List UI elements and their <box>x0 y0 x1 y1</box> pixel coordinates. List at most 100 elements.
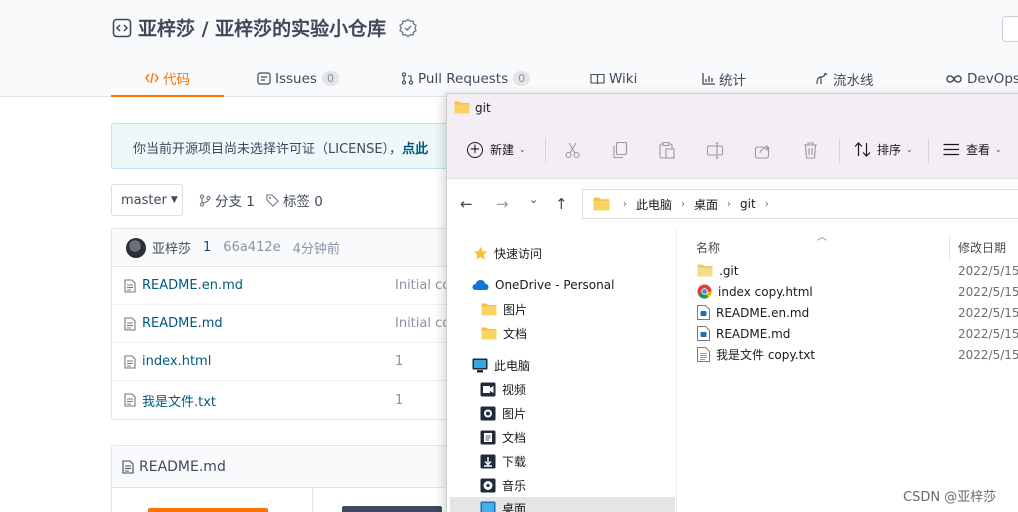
file-name[interactable]: 我是文件.txt <box>142 391 216 410</box>
folder-icon <box>697 264 713 277</box>
wiki-icon <box>590 73 605 84</box>
address-bar[interactable]: › 此电脑 › 桌面 › git › <box>582 189 1018 219</box>
tab-code[interactable]: 代码 <box>111 60 224 97</box>
tab-issues[interactable]: Issues 0 <box>257 60 339 97</box>
column-divider[interactable] <box>949 234 950 262</box>
nav-onedrive[interactable]: OneDrive - Personal <box>472 274 614 296</box>
nav-music[interactable]: 音乐 <box>480 474 526 496</box>
column-header-modified[interactable]: 修改日期 <box>958 239 1006 256</box>
file-explorer-window[interactable]: git + 新建 ⌄ 排序 ⌄ 查看 ⌄ ← → ⌄ ↑ › 此电脑 › 桌面 … <box>446 93 1018 512</box>
back-arrow-icon[interactable]: ← <box>460 195 473 213</box>
explorer-toolbar: + 新建 ⌄ 排序 ⌄ 查看 ⌄ <box>447 124 1018 179</box>
readme-title-fragment <box>342 506 442 512</box>
nav-desktop[interactable]: 桌面 <box>450 497 675 512</box>
nav-downloads[interactable]: 下载 <box>480 450 526 472</box>
list-item[interactable]: index copy.html 2022/5/15 <box>697 281 1018 302</box>
list-item[interactable]: .git 2022/5/15 <box>697 260 1018 281</box>
file-commit-message[interactable]: Initial co <box>395 316 450 331</box>
file-icon <box>124 393 136 407</box>
copy-icon[interactable] <box>612 142 628 159</box>
latest-commit-row: 亚梓莎 1 66a412e 4分钟前 <box>112 229 460 267</box>
commit-hash[interactable]: 66a412e <box>223 240 280 255</box>
breadcrumb-item[interactable]: 桌面 <box>694 196 718 213</box>
nav-this-pc[interactable]: 此电脑 <box>472 354 530 376</box>
file-name[interactable]: README.md <box>142 316 223 331</box>
recent-locations-chevron-icon[interactable]: ⌄ <box>529 193 538 206</box>
plus-icon: + <box>467 141 483 158</box>
file-commit-message[interactable]: 1 <box>395 393 403 408</box>
file-name: .git <box>719 263 739 278</box>
file-name: README.en.md <box>716 305 810 320</box>
watermark: CSDN @亚梓莎 <box>903 490 997 505</box>
tab-devops[interactable]: DevOps <box>945 60 1018 97</box>
license-select-link[interactable]: 点此 <box>402 142 428 157</box>
rename-icon[interactable] <box>707 142 724 159</box>
list-item[interactable]: README.en.md 2022/5/15 <box>697 302 1018 323</box>
breadcrumb-chevron-icon: › <box>623 198 627 210</box>
md-file-icon <box>697 305 710 320</box>
watch-button[interactable] <box>1002 16 1018 42</box>
view-button-label: 查看 <box>966 143 991 157</box>
breadcrumb-item[interactable]: 此电脑 <box>636 196 672 213</box>
table-row[interactable]: 我是文件.txt 1 <box>112 381 460 419</box>
breadcrumb-chevron-icon: › <box>727 198 732 210</box>
nav-downloads-label: 下载 <box>502 454 527 469</box>
commit-author[interactable]: 亚梓莎 <box>152 238 191 257</box>
list-item[interactable]: 我是文件 copy.txt 2022/5/15 <box>697 344 1018 365</box>
folder-icon <box>481 303 497 315</box>
tab-stats[interactable]: 统计 <box>702 60 746 97</box>
nav-documents[interactable]: 文档 <box>480 426 526 448</box>
file-commit-message[interactable]: 1 <box>395 354 403 369</box>
delete-icon[interactable] <box>803 142 818 159</box>
tab-pull-requests[interactable]: Pull Requests 0 <box>401 60 531 97</box>
file-date: 2022/5/15 <box>958 326 1018 341</box>
repo-title[interactable]: 亚梓莎 / 亚梓莎的实验小仓库 <box>138 14 386 41</box>
repo-title-bar: 亚梓莎 / 亚梓莎的实验小仓库 <box>112 14 418 41</box>
tab-pipeline-label: 流水线 <box>833 72 874 89</box>
file-name: README.md <box>716 326 791 341</box>
cloud-icon <box>472 280 489 290</box>
file-icon <box>124 354 136 369</box>
license-notice-text: 你当前开源项目尚未选择许可证（LICENSE）， <box>133 142 403 157</box>
document-icon <box>480 430 496 444</box>
up-arrow-icon[interactable]: ↑ <box>555 195 568 213</box>
column-header-name[interactable]: 名称 <box>696 239 720 256</box>
chevron-down-icon: ⌄ <box>906 145 913 154</box>
nav-onedrive-pictures[interactable]: 图片 <box>481 298 527 320</box>
table-row[interactable]: README.en.md Initial co <box>112 267 460 305</box>
branch-select[interactable]: master ▼ <box>111 184 183 216</box>
file-name[interactable]: README.en.md <box>142 278 243 293</box>
share-icon[interactable] <box>755 142 772 159</box>
md-file-icon <box>697 326 710 341</box>
table-row[interactable]: README.md Initial co <box>112 305 460 343</box>
file-list: ︿ 名称 修改日期 .git 2022/5/15 index copy.html… <box>679 229 1018 512</box>
file-commit-message[interactable]: Initial co <box>395 278 450 293</box>
file-name[interactable]: index.html <box>142 354 211 369</box>
recommend-badge-icon[interactable] <box>398 18 418 38</box>
breadcrumb-item[interactable]: git <box>740 197 756 211</box>
tag-icon <box>266 193 279 207</box>
explorer-titlebar[interactable]: git <box>447 94 1018 124</box>
nav-videos[interactable]: 视频 <box>480 378 526 400</box>
nav-onedrive-documents[interactable]: 文档 <box>481 322 527 344</box>
sort-button[interactable]: 排序 ⌄ <box>854 141 913 158</box>
table-row[interactable]: index.html 1 <box>112 343 460 381</box>
star-icon <box>473 246 488 260</box>
nav-quick-access[interactable]: 快速访问 <box>473 242 542 264</box>
forward-arrow-icon[interactable]: → <box>496 195 509 213</box>
file-icon <box>124 316 136 331</box>
new-button[interactable]: + 新建 ⌄ <box>467 141 526 158</box>
tab-wiki[interactable]: Wiki <box>590 60 637 97</box>
cut-icon[interactable] <box>564 142 581 159</box>
nav-pictures[interactable]: 图片 <box>480 402 526 424</box>
tab-pipeline[interactable]: 流水线 <box>815 60 874 97</box>
branches-link[interactable]: 分支 1 <box>199 190 255 210</box>
avatar[interactable] <box>126 237 146 258</box>
commit-count[interactable]: 1 <box>203 240 211 255</box>
tags-link[interactable]: 标签 0 <box>266 190 323 210</box>
chrome-icon <box>697 284 712 299</box>
paste-icon[interactable] <box>659 142 675 159</box>
view-button[interactable]: 查看 ⌄ <box>943 141 1002 158</box>
list-item[interactable]: README.md 2022/5/15 <box>697 323 1018 344</box>
readme-heading-fragment <box>148 508 268 512</box>
